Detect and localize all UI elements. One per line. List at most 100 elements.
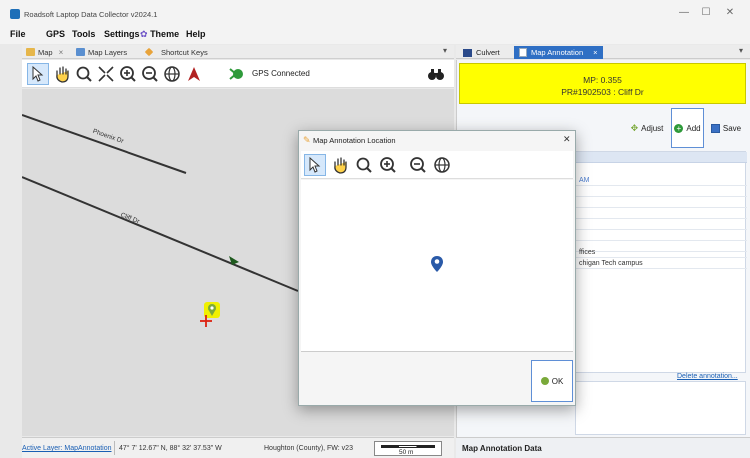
tab-map-annotation[interactable]: Map Annotation ×: [514, 46, 603, 59]
dialog-toolbar: [301, 151, 573, 179]
dialog-full-extent-button[interactable]: [431, 154, 453, 176]
menu-bar: File GPS Tools Settings ✿ Theme Help: [0, 26, 750, 44]
north-arrow-button[interactable]: [183, 63, 205, 85]
map-annotation-data-panel: Map Annotation Data: [456, 437, 750, 458]
tab-map[interactable]: Map ×: [22, 46, 67, 58]
property-row[interactable]: [576, 186, 747, 197]
left-tabs-dropdown-icon[interactable]: ▾: [443, 46, 447, 55]
tab-map-annotation-label: Map Annotation: [531, 48, 584, 57]
county-readout: Houghton (County), FW: v23: [264, 445, 353, 452]
dialog-select-tool-button[interactable]: [304, 154, 326, 176]
pointer-icon: [309, 157, 321, 173]
dialog-zoom-tool-button[interactable]: [353, 154, 375, 176]
tab-shortcut-keys-label: Shortcut Keys: [161, 47, 208, 57]
add-label: Add: [686, 123, 701, 133]
tab-map-annotation-close-icon[interactable]: ×: [593, 48, 597, 57]
tab-shortcut-keys[interactable]: Shortcut Keys: [142, 46, 212, 58]
pointer-icon: [32, 66, 44, 82]
dialog-zoom-out-button[interactable]: [407, 154, 429, 176]
property-row[interactable]: [576, 230, 747, 241]
menu-settings[interactable]: Settings: [104, 29, 140, 39]
gps-button[interactable]: [225, 63, 247, 85]
scale-bar-graphic: [381, 445, 435, 448]
minimize-button[interactable]: —: [674, 7, 694, 18]
ok-label: OK: [551, 376, 564, 386]
gps-icon: [229, 68, 243, 80]
zoom-in-button[interactable]: [117, 63, 139, 85]
dialog-zoom-in-button[interactable]: [377, 154, 399, 176]
property-row[interactable]: chigan Tech campus: [576, 258, 747, 269]
layers-icon: [76, 48, 85, 56]
adjust-label: Adjust: [641, 123, 664, 133]
pan-tool-button[interactable]: [51, 63, 73, 85]
menu-tools[interactable]: Tools: [72, 29, 95, 39]
property-row[interactable]: [576, 208, 747, 219]
pr-label: PR#1902503 : Cliff Dr: [561, 87, 644, 97]
tab-culvert-label: Culvert: [476, 48, 500, 57]
left-tab-strip: Map × Map Layers Shortcut Keys ▾: [22, 45, 454, 59]
coordinates-readout: 47° 7' 12.67" N, 88° 32' 37.53" W: [119, 445, 222, 452]
zoom-in-icon: [120, 66, 136, 82]
dialog-map-canvas[interactable]: [301, 180, 573, 352]
navigate-arrow-icon: [188, 67, 200, 81]
road-cliff-dr[interactable]: [22, 176, 299, 292]
map-annotation-location-dialog: ✎ Map Annotation Location ✕ OK: [298, 130, 576, 406]
collapse-arrows-icon: [98, 66, 114, 82]
binoculars-button[interactable]: [425, 63, 447, 85]
globe-icon: [164, 66, 180, 82]
close-window-button[interactable]: ✕: [720, 7, 740, 18]
add-button[interactable]: + Add: [671, 108, 704, 148]
map-annotation-data-title: Map Annotation Data: [462, 444, 542, 453]
zoom-tool-button[interactable]: [73, 63, 95, 85]
crosshair-icon: [200, 315, 212, 327]
description-box[interactable]: [575, 381, 746, 435]
property-row[interactable]: [576, 219, 747, 230]
active-layer-link[interactable]: Active Layer: MapAnnotation: [22, 445, 112, 452]
magnifier-icon: [76, 66, 92, 82]
gps-status-label: GPS Connected: [252, 69, 310, 78]
ok-button[interactable]: OK: [531, 360, 573, 402]
scale-label: 50 m: [399, 449, 414, 456]
menu-gps[interactable]: GPS: [46, 29, 65, 39]
dialog-pencil-icon: ✎: [303, 135, 311, 145]
annotation-header: MP: 0.355 PR#1902503 : Cliff Dr: [459, 63, 746, 104]
zoom-extent-button[interactable]: [95, 63, 117, 85]
tab-culvert[interactable]: Culvert: [458, 46, 505, 59]
property-row[interactable]: ffices: [576, 247, 747, 258]
map-icon: [26, 48, 35, 56]
select-tool-button[interactable]: [27, 63, 49, 85]
tab-map-close-icon[interactable]: ×: [59, 48, 64, 57]
map-toolbar: GPS Connected: [22, 60, 454, 88]
theme-icon: ✿: [140, 29, 148, 39]
dialog-close-button[interactable]: ✕: [563, 134, 571, 145]
menu-theme[interactable]: ✿ Theme: [140, 29, 179, 40]
full-extent-button[interactable]: [161, 63, 183, 85]
location-pin-icon[interactable]: [430, 255, 444, 273]
right-tab-strip: Culvert Map Annotation × ▾: [456, 45, 750, 59]
hand-icon: [56, 66, 69, 83]
zoom-out-icon: [410, 157, 426, 173]
delete-annotation-link[interactable]: Delete annotation...: [677, 373, 738, 380]
adjust-button[interactable]: ✥ Adjust: [626, 108, 668, 148]
property-row[interactable]: [576, 197, 747, 208]
globe-icon: [434, 157, 450, 173]
property-row: [576, 152, 747, 163]
right-tabs-dropdown-icon[interactable]: ▾: [739, 46, 743, 55]
tab-map-layers[interactable]: Map Layers: [72, 46, 131, 58]
tab-map-layers-label: Map Layers: [88, 47, 128, 57]
key-icon: [144, 47, 154, 57]
menu-help[interactable]: Help: [186, 29, 206, 39]
save-button[interactable]: Save: [706, 108, 746, 148]
zoom-out-button[interactable]: [139, 63, 161, 85]
maximize-button[interactable]: ☐: [696, 7, 716, 18]
save-icon: [710, 123, 720, 133]
window-title: Roadsoft Laptop Data Collector v2024.1: [24, 10, 158, 19]
property-row[interactable]: AM: [576, 175, 747, 186]
menu-file[interactable]: File: [10, 29, 26, 39]
dialog-pan-tool-button[interactable]: [329, 154, 351, 176]
tab-map-label: Map: [38, 47, 53, 57]
hand-icon: [334, 157, 347, 174]
milepoint-label: MP: 0.355: [583, 75, 622, 85]
annotation-tab-icon: [519, 48, 527, 57]
road-phoenix-dr[interactable]: [22, 114, 187, 174]
